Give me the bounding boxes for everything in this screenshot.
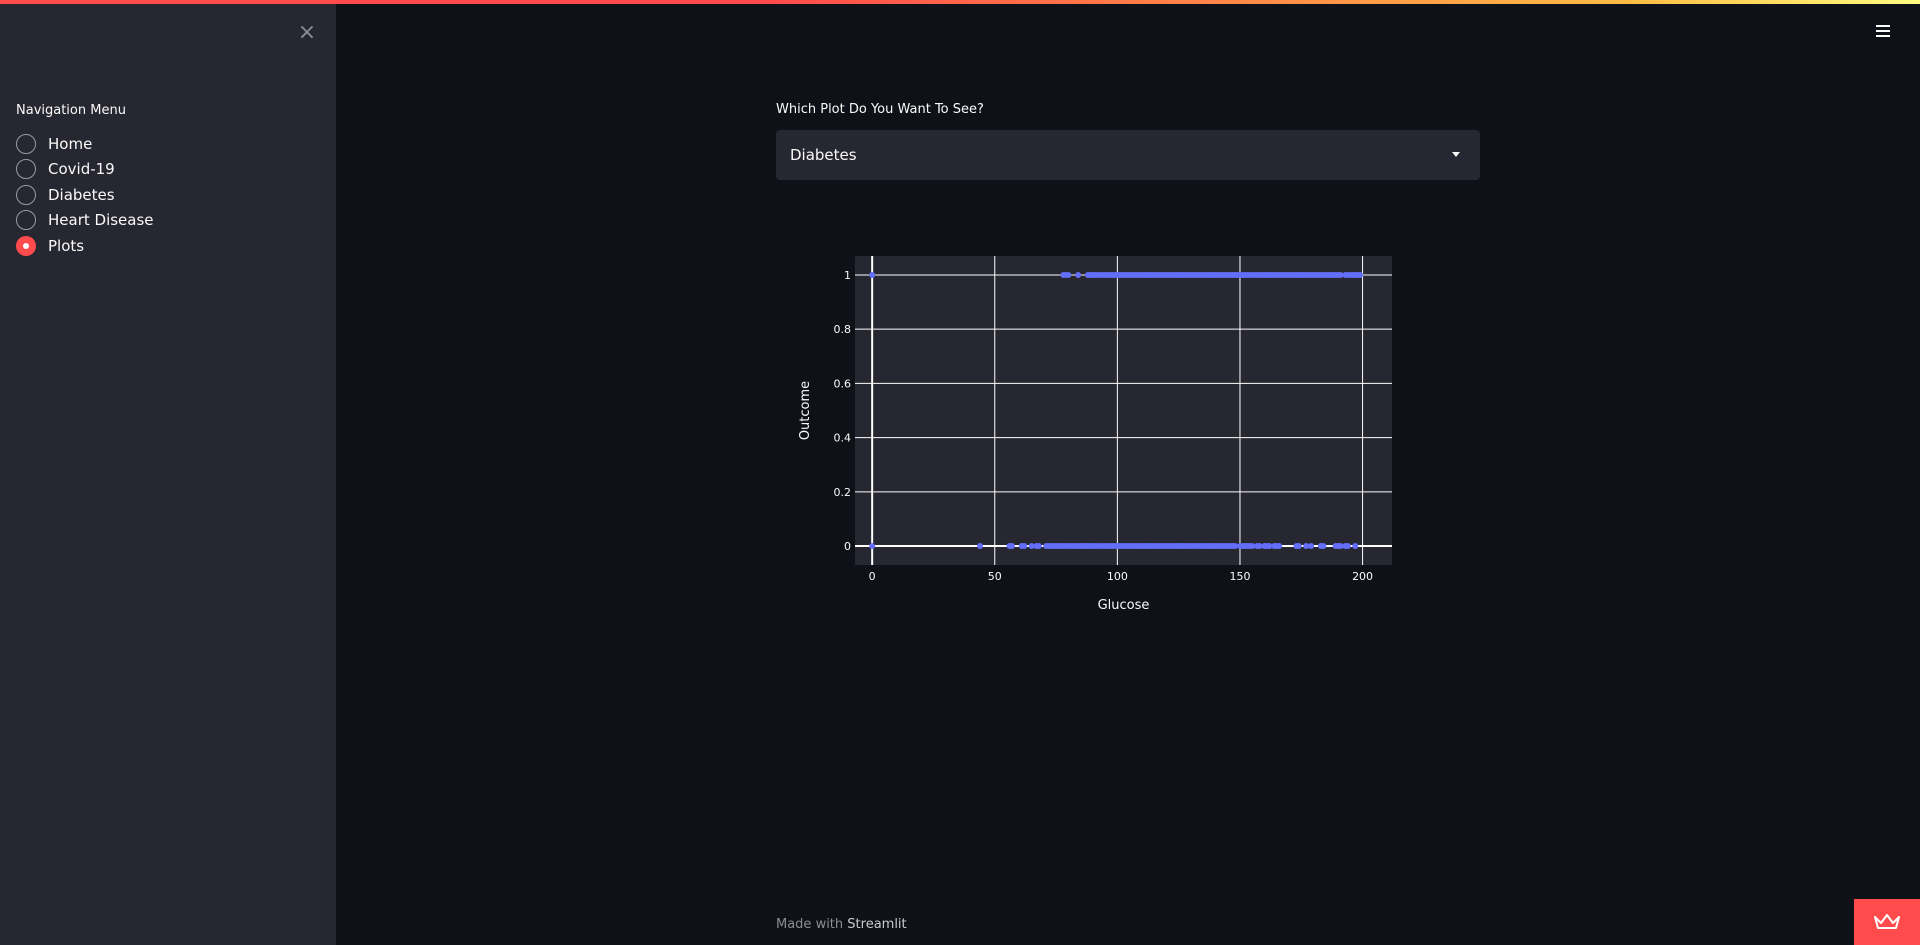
- plot-area: [855, 256, 1392, 565]
- radio-item-heart-disease[interactable]: Heart Disease: [16, 208, 154, 234]
- radio-circle[interactable]: [16, 210, 36, 231]
- sidebar: × Navigation Menu Home Covid-19 Diabetes…: [0, 4, 336, 945]
- radio-label: Heart Disease: [48, 211, 154, 230]
- radio-item-diabetes[interactable]: Diabetes: [16, 182, 154, 208]
- y-tick-label: 0: [844, 540, 851, 553]
- hamburger-menu-icon[interactable]: [1873, 22, 1893, 40]
- radio-item-covid-19[interactable]: Covid-19: [16, 157, 154, 183]
- streamlit-badge[interactable]: [1854, 899, 1920, 945]
- scatter-point: [1308, 543, 1315, 550]
- scatter-chart[interactable]: 0 50 100 150 200 0 0.2 0.4 0.6 0.8 1 Glucose Outcome: [790, 236, 1400, 616]
- y-tick-label: 0.4: [834, 432, 852, 445]
- crown-icon: [1874, 914, 1900, 929]
- radio-label: Plots: [48, 236, 85, 255]
- y-tick-label: 0.2: [834, 486, 852, 499]
- scatter-point: [1276, 543, 1283, 550]
- radio-label: Diabetes: [48, 185, 115, 204]
- scatter-point: [1035, 543, 1042, 550]
- radio-circle[interactable]: [16, 159, 36, 180]
- radio-label: Home: [48, 134, 93, 153]
- x-tick-label: 0: [869, 570, 876, 583]
- scatter-point: [1357, 271, 1364, 278]
- scatter-point: [869, 271, 876, 278]
- scatter-point: [1008, 543, 1015, 550]
- radio-circle[interactable]: [16, 184, 36, 205]
- x-tick-label: 200: [1352, 570, 1373, 583]
- select-label: Which Plot Do You Want To See?: [776, 102, 984, 117]
- scatter-point: [1352, 543, 1359, 550]
- y-axis-label: Outcome: [798, 381, 813, 440]
- scatter-point: [1075, 271, 1082, 278]
- y-tick-label: 1: [844, 269, 851, 282]
- footer-prefix: Made with: [776, 917, 848, 932]
- radio-item-plots[interactable]: Plots: [16, 233, 154, 259]
- nav-menu-heading: Navigation Menu: [16, 103, 126, 118]
- nav-radio-group: Home Covid-19 Diabetes Heart Disease Plo…: [16, 131, 154, 259]
- x-tick-label: 50: [988, 570, 1002, 583]
- radio-item-home[interactable]: Home: [16, 131, 154, 157]
- scatter-point: [1320, 543, 1327, 550]
- x-tick-label: 100: [1107, 570, 1128, 583]
- plot-select[interactable]: Diabetes: [776, 130, 1480, 180]
- y-tick-label: 0.6: [834, 377, 852, 390]
- footer: Made with Streamlit: [776, 917, 907, 932]
- scatter-point: [1065, 271, 1072, 278]
- x-tick-label: 150: [1229, 570, 1250, 583]
- y-tick-label: 0.8: [834, 323, 852, 336]
- scatter-point: [1344, 543, 1351, 550]
- radio-label: Covid-19: [48, 160, 115, 179]
- radio-circle-selected[interactable]: [16, 235, 36, 256]
- chevron-down-icon: [1452, 152, 1460, 157]
- scatter-point: [1021, 543, 1028, 550]
- close-icon[interactable]: ×: [296, 22, 318, 44]
- scatter-point: [1295, 543, 1302, 550]
- select-value: Diabetes: [790, 146, 857, 164]
- radio-circle[interactable]: [16, 133, 36, 154]
- x-axis-label: Glucose: [1098, 598, 1150, 613]
- streamlit-link[interactable]: Streamlit: [847, 917, 906, 932]
- scatter-point: [869, 543, 876, 550]
- scatter-point: [977, 543, 984, 550]
